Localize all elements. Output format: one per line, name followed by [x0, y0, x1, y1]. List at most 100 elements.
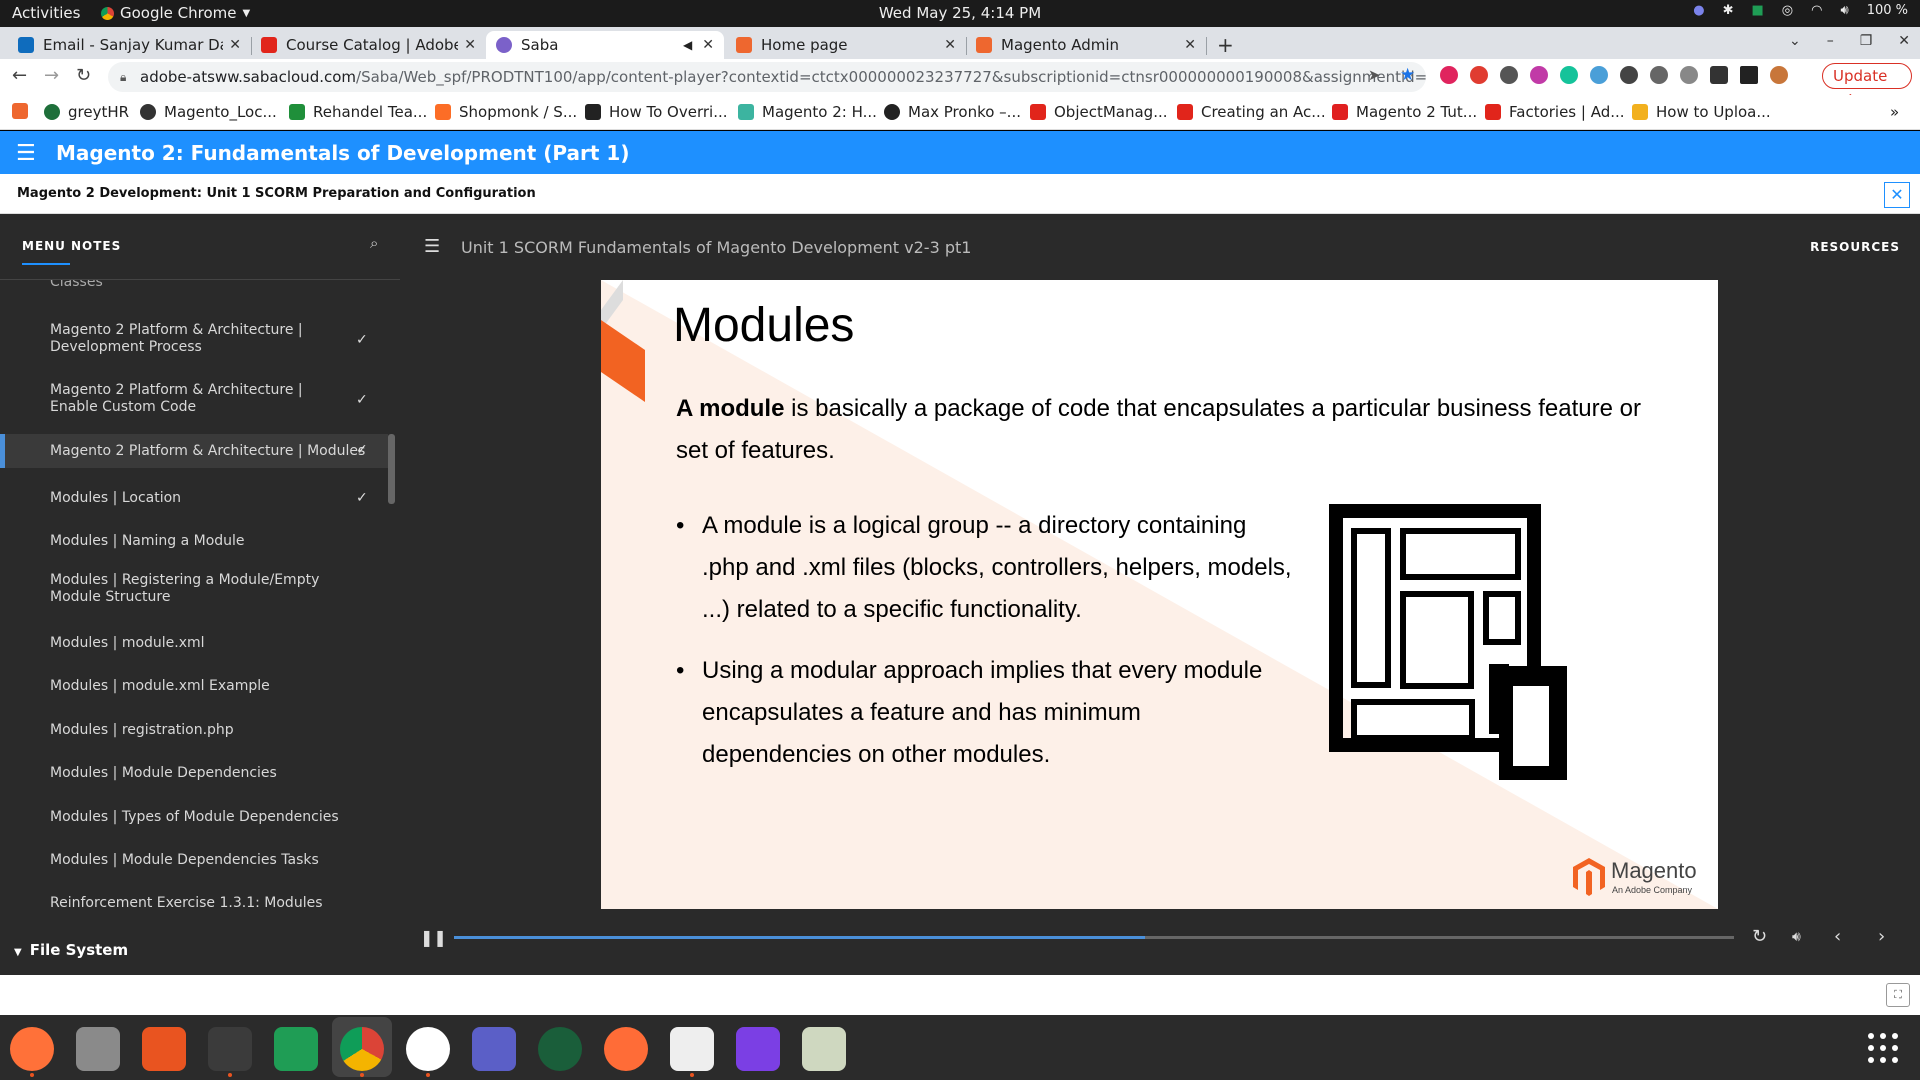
system-tray[interactable]: ● ✱ ■ ◎ ◠ 🔊︎ 100 %: [1693, 3, 1908, 18]
teams-icon[interactable]: [472, 1027, 516, 1071]
sidebar-item[interactable]: Modules | Types of Module Dependencies: [0, 803, 388, 833]
close-icon[interactable]: ✕: [944, 37, 956, 53]
show-applications-icon[interactable]: [1868, 1033, 1898, 1063]
globe-icon[interactable]: ◎: [1782, 3, 1793, 18]
activities-button[interactable]: Activities: [12, 4, 80, 22]
adblock-icon[interactable]: [1470, 66, 1488, 84]
phpstorm-icon[interactable]: [736, 1027, 780, 1071]
sidebar-item[interactable]: Magento 2 Platform & Architecture | Enab…: [0, 382, 388, 422]
extension-icon[interactable]: [1590, 66, 1608, 84]
sidebar-item[interactable]: Modules | module.xml Example: [0, 672, 388, 702]
profile-avatar[interactable]: [1770, 66, 1788, 84]
reload-icon[interactable]: ↻: [76, 65, 91, 86]
firefox-icon[interactable]: [10, 1027, 54, 1071]
sidebar-item[interactable]: Modules | Registering a Module/Empty Mod…: [0, 570, 388, 610]
bookmark-item[interactable]: Magento 2 Tut...: [1332, 103, 1477, 121]
clock[interactable]: Wed May 25, 4:14 PM: [0, 4, 1920, 22]
tab-menu[interactable]: MENU: [22, 239, 70, 265]
software-center-icon[interactable]: [142, 1027, 186, 1071]
update-button[interactable]: Update ⋮: [1822, 63, 1912, 109]
more-bookmarks-icon[interactable]: »: [1890, 103, 1899, 121]
volume-icon[interactable]: 🔊︎: [1840, 3, 1848, 18]
tab-home-page[interactable]: Home page ✕: [726, 31, 967, 59]
tab-search-icon[interactable]: ⌄: [1789, 33, 1801, 49]
bookmark-item[interactable]: Max Pronko –...: [884, 103, 1021, 121]
extension-icon[interactable]: [1680, 66, 1698, 84]
extension-icon[interactable]: [1620, 66, 1638, 84]
sidebar-item[interactable]: Modules | Module Dependencies Tasks: [0, 846, 388, 876]
grammarly-icon[interactable]: [1560, 66, 1578, 84]
close-button[interactable]: ✕: [1884, 182, 1910, 208]
bookmark-item[interactable]: How to Uploa...: [1632, 103, 1771, 121]
minimize-icon[interactable]: –: [1827, 33, 1834, 49]
terminal-icon[interactable]: [208, 1027, 252, 1071]
chrome-icon[interactable]: [340, 1027, 384, 1071]
sidebar-item[interactable]: Modules | Location ✓: [0, 484, 388, 514]
close-window-icon[interactable]: ✕: [1898, 33, 1910, 49]
sidebar-item[interactable]: Modules | registration.php: [0, 716, 388, 746]
close-icon[interactable]: ✕: [229, 37, 241, 53]
section-file-system[interactable]: ▼ File System: [14, 941, 128, 959]
previous-slide-icon[interactable]: ‹: [1834, 926, 1841, 947]
back-icon[interactable]: ←: [12, 65, 27, 86]
address-bar[interactable]: 🔒︎ adobe-atsww.sabacloud.com/Saba/Web_sp…: [108, 62, 1426, 92]
hamburger-menu-icon[interactable]: ☰: [16, 141, 36, 166]
extension-icon[interactable]: [1500, 66, 1518, 84]
maximize-icon[interactable]: ❐: [1860, 33, 1873, 49]
resources-button[interactable]: RESOURCES: [1810, 240, 1900, 254]
sidebar-item[interactable]: Modules | Naming a Module: [0, 527, 388, 557]
close-icon[interactable]: ✕: [1184, 37, 1196, 53]
bookmark-item[interactable]: ObjectManag...: [1030, 103, 1168, 121]
sidebar-item-active[interactable]: Magento 2 Platform & Architecture | Modu…: [0, 434, 388, 468]
slack-icon[interactable]: [406, 1027, 450, 1071]
side-panel-icon[interactable]: [1740, 66, 1758, 84]
list-item-partial[interactable]: Classes: [50, 280, 103, 290]
google-chat-icon[interactable]: [274, 1027, 318, 1071]
battery-label[interactable]: 100 %: [1867, 3, 1908, 18]
bookmark-star-icon[interactable]: ★: [1400, 65, 1415, 85]
tab-email[interactable]: Email - Sanjay Kumar Das ✕: [8, 31, 252, 59]
slack-tray-icon[interactable]: ✱: [1723, 3, 1734, 18]
forward-icon[interactable]: →: [44, 65, 59, 86]
speaker-icon[interactable]: ◀︎: [683, 38, 692, 52]
new-tab-button[interactable]: +: [1217, 33, 1234, 57]
tab-saba[interactable]: Saba ◀︎ ✕: [486, 31, 724, 59]
sidebar-item[interactable]: Magento 2 Platform & Architecture | Deve…: [0, 322, 388, 362]
screenshot-icon[interactable]: [802, 1027, 846, 1071]
bookmark-item[interactable]: Magento_Loc...: [140, 103, 277, 121]
sidebar-item[interactable]: Modules | Module Dependencies: [0, 759, 388, 789]
bookmark-item[interactable]: Creating an Ac...: [1177, 103, 1326, 121]
teams-tray-icon[interactable]: ●: [1693, 3, 1704, 18]
replay-icon[interactable]: ↻: [1752, 926, 1767, 947]
app-menu[interactable]: Google Chrome ▼: [101, 4, 250, 22]
chat-tray-icon[interactable]: ■: [1752, 3, 1764, 18]
sidebar-scrollbar[interactable]: [388, 434, 395, 504]
sidebar-item[interactable]: Reinforcement Exercise 1.3.1: Modules: [0, 889, 388, 919]
extension-icon[interactable]: [1440, 66, 1458, 84]
extension-icon[interactable]: [1530, 66, 1548, 84]
bookmark-item[interactable]: How To Overri...: [585, 103, 728, 121]
volume-icon[interactable]: 🔊︎: [1792, 929, 1801, 945]
hamburger-menu-icon[interactable]: ☰: [424, 236, 440, 257]
puzzle-icon[interactable]: [1710, 66, 1728, 84]
pause-icon[interactable]: ❚❚: [420, 928, 447, 947]
bookmark-item[interactable]: Rehandel Tea...: [289, 103, 427, 121]
text-editor-icon[interactable]: [670, 1027, 714, 1071]
lock-icon[interactable]: 🔒︎: [120, 62, 126, 92]
tab-notes[interactable]: NOTES: [71, 239, 121, 253]
extension-icon[interactable]: [1650, 66, 1668, 84]
next-slide-icon[interactable]: ›: [1878, 926, 1885, 947]
postman-icon[interactable]: [604, 1027, 648, 1071]
wifi-icon[interactable]: ◠: [1811, 3, 1822, 18]
progress-bar[interactable]: [454, 936, 1734, 939]
tab-course-catalog[interactable]: Course Catalog | Adobe D ✕: [251, 31, 486, 59]
fullscreen-icon[interactable]: ⛶: [1886, 983, 1910, 1007]
magento-icon[interactable]: [12, 103, 28, 119]
camera-icon[interactable]: [538, 1027, 582, 1071]
bookmark-item[interactable]: Factories | Ad...: [1485, 103, 1625, 121]
bookmark-item[interactable]: Magento 2: H...: [738, 103, 877, 121]
tab-magento-admin[interactable]: Magento Admin ✕: [966, 31, 1207, 59]
sidebar-item[interactable]: Modules | module.xml: [0, 629, 388, 659]
search-icon[interactable]: ⌕: [370, 234, 378, 252]
send-tab-icon[interactable]: ➤: [1368, 66, 1381, 84]
